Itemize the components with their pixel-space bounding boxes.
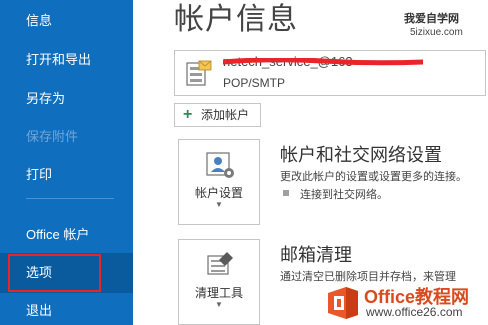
chevron-down-icon: ▼ [215,200,223,209]
account-selector[interactable]: netech_service_@163 POP/SMTP [174,50,486,96]
sidebar-item-open-export[interactable]: 打开和导出 [0,40,133,80]
sidebar-item-save-as[interactable]: 另存为 [0,79,133,119]
cleanup-tools-icon [207,252,233,275]
watermark-site-url: 5izixue.com [410,27,463,38]
sidebar-item-office-account[interactable]: Office 帐户 [0,215,133,255]
plus-icon: + [183,106,193,123]
cleanup-tools-tile[interactable]: 清理工具 ▼ [178,239,260,325]
account-settings-description: 更改此帐户的设置或设置更多的连接。 [280,171,467,183]
selection-highlight-box [8,254,101,292]
sidebar-item-info[interactable]: 信息 [0,1,133,41]
sidebar-item-exit[interactable]: 退出 [0,291,133,325]
page-title: 帐户信息 [174,3,298,36]
watermark-site-name: 我爱自学网 [404,13,459,25]
office-logo-icon [328,287,358,319]
redaction-scribble [223,58,423,66]
sidebar-item-save-attachments: 保存附件 [26,129,79,144]
mail-account-icon [186,60,212,86]
account-type: POP/SMTP [223,76,286,90]
backstage-sidebar: 信息 打开和导出 另存为 保存附件 打印 Office 帐户 选项 退出 [0,0,133,325]
sidebar-divider [26,198,114,199]
mailbox-cleanup-title: 邮箱清理 [280,245,352,265]
watermark-logo-url: www.office26.com [366,305,463,319]
account-settings-title: 帐户和社交网络设置 [280,145,442,165]
bullet-icon [283,190,289,196]
account-settings-tile-label: 帐户设置 [194,186,243,200]
sidebar-item-print[interactable]: 打印 [0,155,133,195]
account-settings-icon [206,152,234,178]
add-account-button[interactable]: + 添加帐户 [174,103,261,127]
add-account-label: 添加帐户 [201,108,250,122]
mailbox-cleanup-description: 通过清空已删除项目并存档，来管理 [280,271,456,283]
account-settings-tile[interactable]: 帐户设置 ▼ [178,139,260,225]
cleanup-tools-tile-label: 清理工具 [194,286,243,300]
connect-social-networks-link[interactable]: 连接到社交网络。 [300,186,388,202]
office-tutorial-watermark: Office教程网 www.office26.com [326,283,486,323]
chevron-down-icon: ▼ [215,300,223,309]
